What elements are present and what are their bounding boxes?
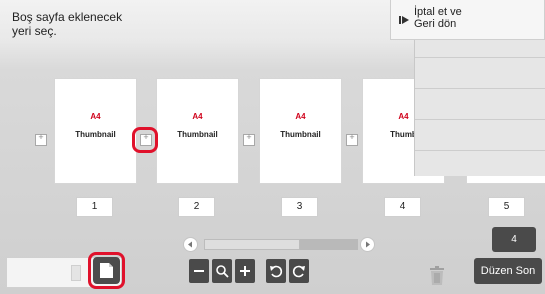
panel-divider [415,119,545,120]
magnifier-icon [216,265,229,278]
thumbnail-label: Thumbnail [75,130,116,139]
insert-point-before-1[interactable] [35,132,47,146]
paper-size-label: A4 [295,112,306,121]
scroll-left-icon[interactable] [183,237,198,252]
page-number-2: 2 [178,197,215,217]
zoom-button[interactable] [212,259,232,283]
paper-size-label: A4 [90,112,101,121]
insert-point-before-3[interactable] [243,132,255,146]
thumbnail-label: Thumbnail [177,130,218,139]
paper-size-label: A4 [192,112,203,121]
panel-divider [415,88,545,89]
panel-divider [415,150,545,151]
finish-edit-button[interactable]: Düzen Son [474,258,542,284]
plus-icon [240,266,250,276]
trash-icon[interactable] [428,264,446,286]
cancel-label-line-1: İptal et ve [414,6,462,18]
cancel-and-back-button[interactable]: İptal et ve Geri dön [390,0,545,40]
back-arrow-icon [399,16,409,24]
rotate-left-button[interactable] [266,259,286,283]
page-thumbnail-3[interactable]: A4 Thumbnail [259,78,342,184]
page-number-3: 3 [281,197,318,217]
scroll-right-icon[interactable] [360,237,375,252]
mini-page-thumbnail [71,265,81,281]
instruction-line-2: yeri seç. [12,24,57,38]
page-count-indicator: 4 [492,227,536,252]
highlight-ring-insert-point [132,127,158,153]
horizontal-scrollbar[interactable] [183,236,375,252]
panel-divider [415,57,545,58]
page-thumbnail-1[interactable]: A4 Thumbnail [54,78,137,184]
highlight-ring-blank-page-button [88,252,125,289]
page-number-4: 4 [384,197,421,217]
rotate-right-button[interactable] [289,259,309,283]
rotate-ccw-icon [270,265,283,278]
instruction-line-1: Boş sayfa eklenecek [12,10,123,24]
page-number-1: 1 [76,197,113,217]
zoom-out-button[interactable] [189,259,209,283]
page-number-5: 5 [488,197,525,217]
scroll-thumb[interactable] [204,239,300,250]
instruction-text: Boş sayfa eklenecek yeri seç. [12,10,212,38]
cancel-label-line-2: Geri dön [414,18,457,30]
thumbnail-label: Thumbnail [280,130,321,139]
minus-icon [194,270,204,272]
zoom-in-button[interactable] [235,259,255,283]
page-thumbnail-2[interactable]: A4 Thumbnail [156,78,239,184]
rotate-cw-icon [292,265,305,278]
insert-point-before-4[interactable] [346,132,358,146]
cancel-button-label: İptal et ve Geri dön [414,6,462,30]
